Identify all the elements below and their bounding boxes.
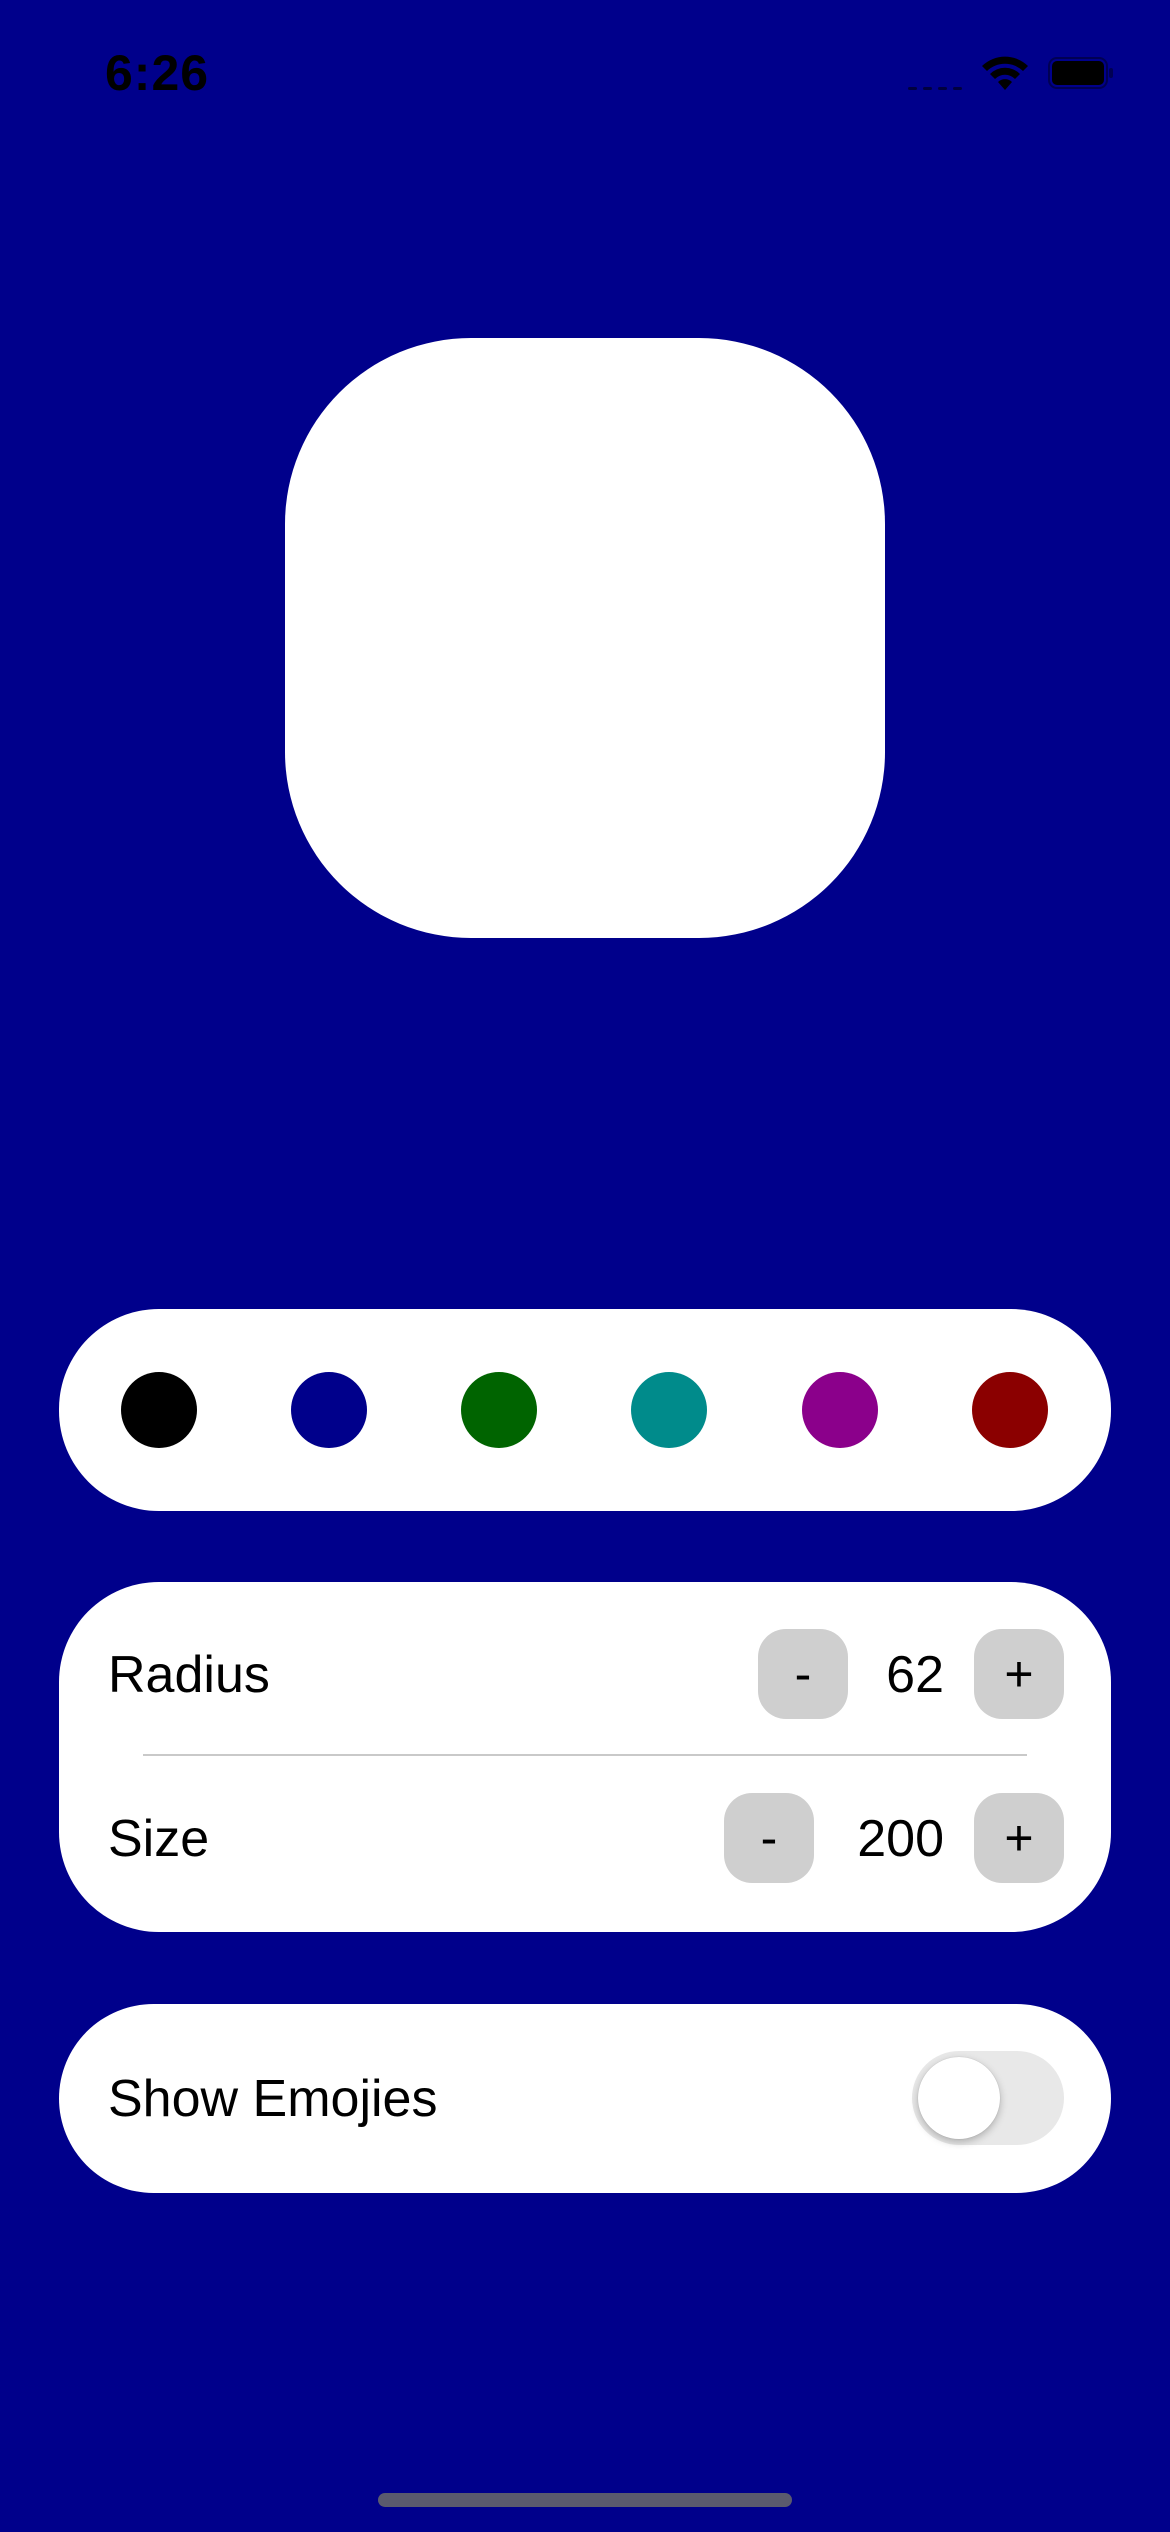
- battery-icon: [1048, 57, 1114, 89]
- size-increment-button[interactable]: +: [974, 1793, 1064, 1883]
- size-value: 200: [857, 1810, 944, 1868]
- radius-decrement-button[interactable]: -: [758, 1629, 848, 1719]
- color-picker-card: [59, 1309, 1111, 1511]
- cellular-signal-icon: [908, 56, 962, 90]
- radius-increment-button[interactable]: +: [974, 1629, 1064, 1719]
- status-icons: [908, 54, 1114, 92]
- wifi-icon: [980, 54, 1030, 92]
- status-time: 6:26: [105, 45, 210, 101]
- show-emojies-label: Show Emojies: [108, 2070, 438, 2128]
- color-swatch-teal[interactable]: [631, 1372, 707, 1448]
- size-label: Size: [108, 1810, 210, 1868]
- color-swatch-dark-red[interactable]: [972, 1372, 1048, 1448]
- radius-value: 62: [886, 1646, 944, 1704]
- emoji-toggle-card: Show Emojies: [59, 2004, 1111, 2193]
- color-swatch-black[interactable]: [121, 1372, 197, 1448]
- color-swatch-navy[interactable]: [291, 1372, 367, 1448]
- size-decrement-button[interactable]: -: [724, 1793, 814, 1883]
- radius-label: Radius: [108, 1646, 270, 1704]
- divider: [143, 1754, 1027, 1756]
- preview-rounded-square: [285, 338, 885, 938]
- color-swatch-green[interactable]: [461, 1372, 537, 1448]
- stepper-card: Radius - 62 + Size - 200 +: [59, 1582, 1111, 1932]
- home-indicator[interactable]: [378, 2493, 792, 2507]
- toggle-knob: [918, 2057, 1000, 2139]
- status-bar: 6:26: [0, 0, 1170, 150]
- show-emojies-toggle[interactable]: [912, 2051, 1064, 2145]
- color-swatch-purple[interactable]: [802, 1372, 878, 1448]
